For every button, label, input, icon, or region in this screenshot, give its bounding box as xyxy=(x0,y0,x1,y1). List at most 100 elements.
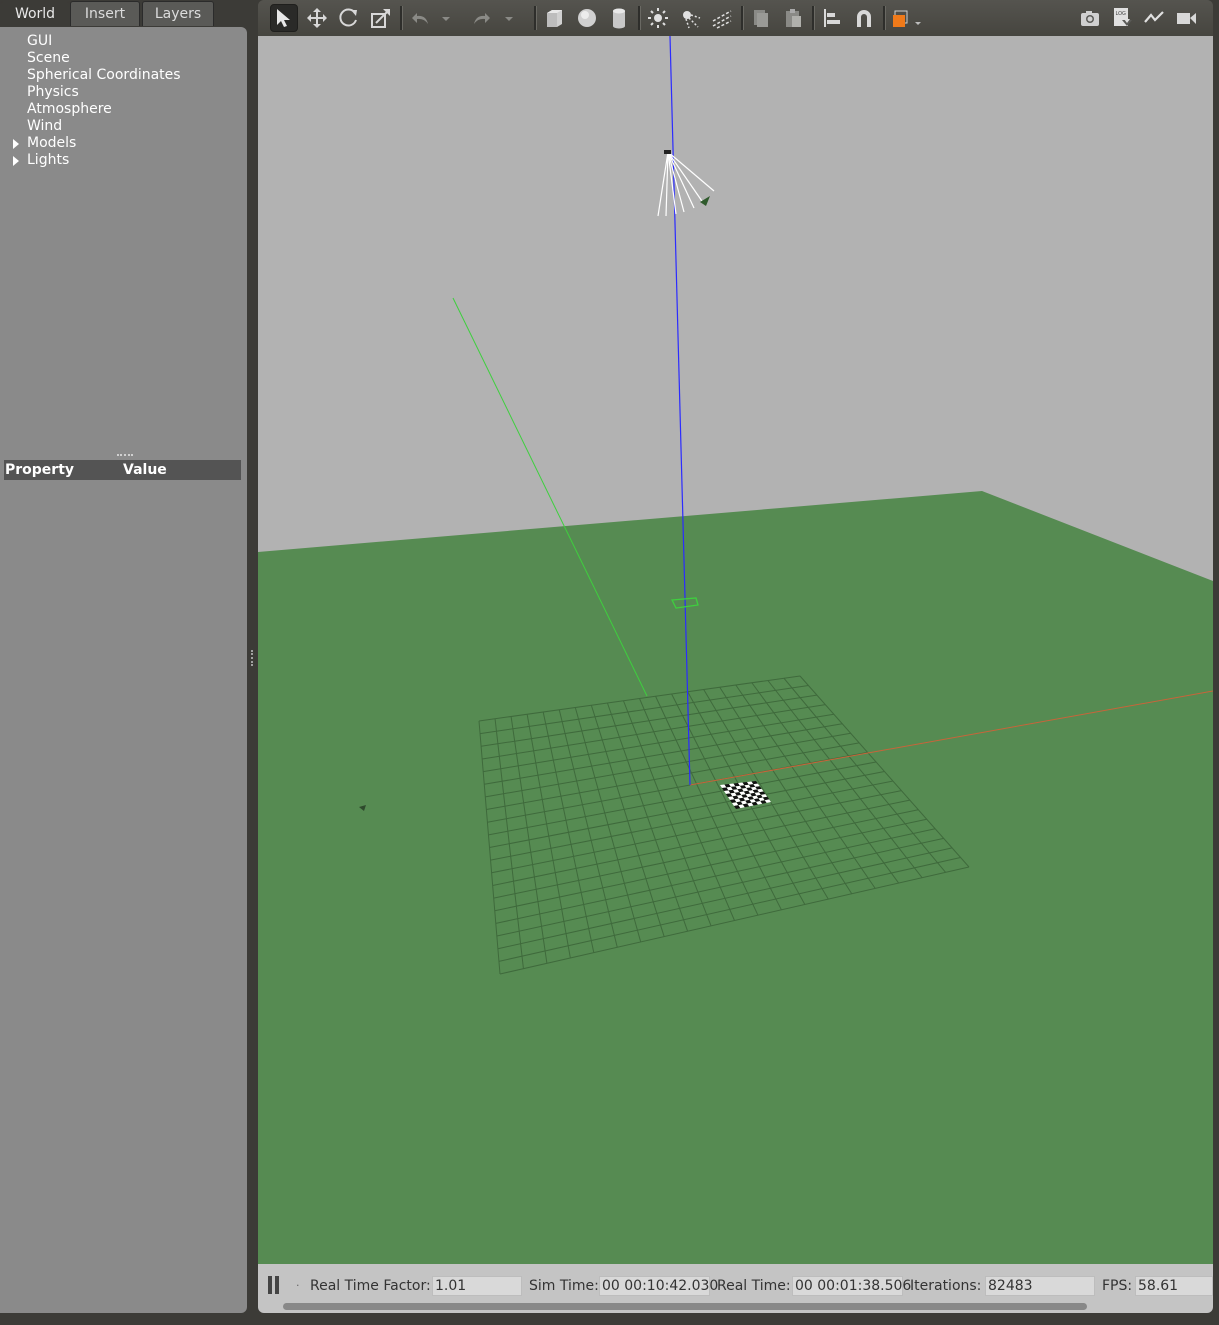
tree-item-models[interactable]: Models xyxy=(0,135,247,152)
3d-viewport[interactable] xyxy=(258,36,1213,1264)
insert-point-light-button[interactable] xyxy=(644,4,672,32)
plot-button[interactable] xyxy=(1140,4,1168,32)
world-tree: GUI Scene Spherical Coordinates Physics … xyxy=(0,33,247,169)
left-panel: World Insert Layers GUI Scene Spherical … xyxy=(0,0,248,1313)
render-area: LOG . Real Time Factor: 1.01 Sim Time: 0… xyxy=(258,0,1213,1313)
record-video-button[interactable] xyxy=(1172,4,1200,32)
snap-icon xyxy=(857,10,871,27)
paste-icon xyxy=(786,9,801,27)
spot-light-icon xyxy=(683,11,701,29)
tab-insert[interactable]: Insert xyxy=(70,1,140,26)
point-light-icon xyxy=(648,8,668,28)
directional-light-icon xyxy=(712,10,732,29)
tree-item-label: Models xyxy=(27,135,77,151)
insert-spot-light-button[interactable] xyxy=(676,4,704,32)
select-tool-button[interactable] xyxy=(270,4,298,32)
tree-item-wind[interactable]: Wind xyxy=(0,118,247,135)
box-icon xyxy=(547,10,562,27)
toolbar-separator xyxy=(638,6,641,30)
fps-label: FPS: xyxy=(1102,1278,1133,1294)
redo-history-icon xyxy=(505,17,513,21)
translate-tool-button[interactable] xyxy=(303,4,331,32)
tree-item-atmosphere[interactable]: Atmosphere xyxy=(0,101,247,118)
tree-item-label: Physics xyxy=(27,84,79,100)
log-icon: LOG xyxy=(1114,8,1132,26)
tree-item-gui[interactable]: GUI xyxy=(0,33,247,50)
tree-item-label: Scene xyxy=(27,50,70,66)
pause-icon xyxy=(275,1276,279,1294)
real-time-factor-value: 1.01 xyxy=(432,1276,522,1296)
scene-canvas xyxy=(258,36,1213,1264)
toolbar-separator xyxy=(400,6,403,30)
iterations-label: Iterations: xyxy=(910,1278,982,1294)
sim-time-value: 00 00:10:42.030 xyxy=(599,1276,718,1296)
tree-item-label: Atmosphere xyxy=(27,101,112,117)
translate-icon xyxy=(307,8,327,28)
copy-icon xyxy=(754,10,768,27)
cylinder-icon xyxy=(613,8,625,29)
tree-item-spherical-coordinates[interactable]: Spherical Coordinates xyxy=(0,67,247,84)
ground-plane xyxy=(258,491,1213,1264)
toolbar-separator xyxy=(741,6,744,30)
sphere-icon xyxy=(578,9,596,27)
scale-icon xyxy=(371,9,390,28)
pause-icon xyxy=(268,1276,272,1294)
expand-arrow-icon[interactable] xyxy=(13,139,19,149)
real-time-factor-label: Real Time Factor: xyxy=(310,1278,431,1294)
undo-history-button[interactable] xyxy=(439,4,453,32)
tab-world[interactable]: World xyxy=(0,1,70,26)
tree-item-label: GUI xyxy=(27,33,53,49)
step-button[interactable]: . xyxy=(296,1276,300,1289)
view-angle-button[interactable] xyxy=(889,4,923,32)
fps-value: 58.61 xyxy=(1135,1276,1213,1296)
camera-sensor-model xyxy=(657,151,715,217)
value-column-header: Value xyxy=(123,462,167,478)
tree-item-scene[interactable]: Scene xyxy=(0,50,247,67)
toolbar-separator xyxy=(534,6,537,30)
tree-item-label: Lights xyxy=(27,152,70,168)
screenshot-icon xyxy=(1081,11,1099,26)
screenshot-button[interactable] xyxy=(1076,4,1104,32)
redo-history-button[interactable] xyxy=(502,4,516,32)
align-icon xyxy=(824,9,840,27)
pause-button[interactable] xyxy=(268,1276,282,1294)
align-button[interactable] xyxy=(818,4,846,32)
iterations-value: 82483 xyxy=(985,1276,1095,1296)
toolbar-separator xyxy=(812,6,815,30)
undo-button[interactable] xyxy=(406,4,434,32)
view-angle-icon xyxy=(893,10,921,27)
redo-icon xyxy=(474,13,490,24)
insert-sphere-button[interactable] xyxy=(573,4,601,32)
status-bar: . Real Time Factor: 1.01 Sim Time: 00 00… xyxy=(258,1264,1213,1313)
paste-button[interactable] xyxy=(779,4,807,32)
tree-item-lights[interactable]: Lights xyxy=(0,152,247,169)
insert-cylinder-button[interactable] xyxy=(605,4,633,32)
rotate-tool-button[interactable] xyxy=(335,4,363,32)
main-splitter-handle[interactable] xyxy=(251,650,256,666)
record-video-icon xyxy=(1177,13,1196,24)
world-panel: GUI Scene Spherical Coordinates Physics … xyxy=(0,27,247,1313)
property-table-header: Property Value xyxy=(4,460,241,480)
panel-splitter-handle[interactable] xyxy=(117,454,133,459)
insert-directional-light-button[interactable] xyxy=(708,4,736,32)
toolbar: LOG xyxy=(258,0,1213,36)
rotate-icon xyxy=(339,8,357,27)
drone-body xyxy=(664,150,671,154)
tab-bar: World Insert Layers xyxy=(0,0,248,27)
tree-item-physics[interactable]: Physics xyxy=(0,84,247,101)
horizontal-scrollbar[interactable] xyxy=(283,1303,1087,1310)
scale-tool-button[interactable] xyxy=(367,4,395,32)
plot-icon xyxy=(1144,11,1164,23)
redo-button[interactable] xyxy=(468,4,496,32)
expand-arrow-icon[interactable] xyxy=(13,156,19,166)
tree-item-label: Wind xyxy=(27,118,63,134)
snap-button[interactable] xyxy=(850,4,878,32)
insert-box-button[interactable] xyxy=(540,4,568,32)
real-time-label: Real Time: xyxy=(717,1278,791,1294)
copy-button[interactable] xyxy=(747,4,775,32)
log-button[interactable]: LOG xyxy=(1108,4,1136,32)
tab-layers[interactable]: Layers xyxy=(142,1,214,26)
select-arrow-icon xyxy=(277,9,290,27)
undo-icon xyxy=(412,13,428,24)
sim-time-label: Sim Time: xyxy=(529,1278,599,1294)
